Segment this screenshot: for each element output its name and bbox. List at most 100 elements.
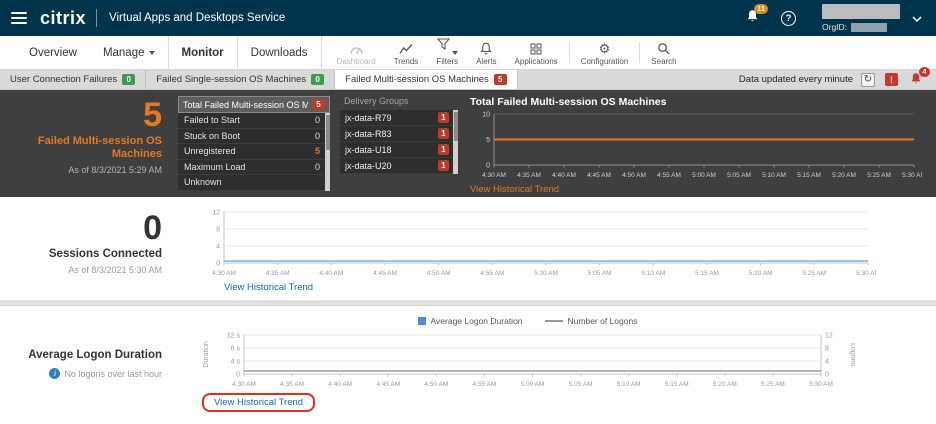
scrollbar[interactable] xyxy=(453,110,458,174)
dropdown-selected-label: Total Failed Multi-session OS Ma... xyxy=(183,100,308,110)
row-count: 0 xyxy=(315,162,320,172)
filter-tab-user-connection-failures[interactable]: User Connection Failures 0 xyxy=(0,70,146,89)
delivery-group-row[interactable]: jx-data-U18 1 xyxy=(340,142,458,158)
svg-text:5:10 AM: 5:10 AM xyxy=(762,172,786,179)
svg-text:5:00 AM: 5:00 AM xyxy=(692,172,716,179)
failure-type-list: Failed to Start 0 Stuck on Boot 0 Unregi… xyxy=(178,113,330,191)
delivery-group-row[interactable]: jx-data-U20 1 xyxy=(340,158,458,174)
filters-icon xyxy=(437,37,450,55)
svg-text:4:45 AM: 4:45 AM xyxy=(587,172,611,179)
filter-tab-label: Failed Single-session OS Machines xyxy=(156,74,306,85)
svg-text:0: 0 xyxy=(236,372,240,379)
row-label: Unknown xyxy=(184,177,320,187)
scrollbar[interactable] xyxy=(325,113,330,191)
svg-text:5:10 AM: 5:10 AM xyxy=(617,381,641,388)
svg-text:4: 4 xyxy=(216,244,220,251)
svg-text:0: 0 xyxy=(216,261,220,268)
svg-text:8: 8 xyxy=(216,227,220,234)
tab-manage[interactable]: Manage xyxy=(90,36,168,69)
failed-machines-title: Failed Multi-session OS Machines xyxy=(0,135,162,161)
tab-monitor[interactable]: Monitor xyxy=(169,36,237,69)
logon-note: No logons over last hour xyxy=(64,369,162,379)
alerts-bell-icon xyxy=(480,41,492,55)
delivery-group-row[interactable]: jx-data-R79 1 xyxy=(340,110,458,126)
svg-text:4:55 AM: 4:55 AM xyxy=(480,270,504,277)
tab-label: Manage xyxy=(103,47,145,59)
nav-tool-search[interactable]: Search xyxy=(642,36,685,69)
nav-tool-dashboard[interactable]: Dashboard xyxy=(328,36,385,69)
view-historical-trend-link[interactable]: View Historical Trend xyxy=(224,282,313,293)
nav-tool-configuration[interactable]: ⚙ Configuration xyxy=(572,36,638,69)
gear-icon: ⚙ xyxy=(599,41,611,55)
tab-overview[interactable]: Overview xyxy=(16,36,90,69)
svg-text:4 s: 4 s xyxy=(231,359,241,366)
svg-text:5:05 AM: 5:05 AM xyxy=(727,172,751,179)
svg-text:4:30 AM: 4:30 AM xyxy=(482,172,506,179)
trends-icon xyxy=(399,41,413,55)
average-logon-duration-panel: Average Logon Duration i No logons over … xyxy=(0,306,936,424)
nav-tool-label: Alerts xyxy=(476,57,496,66)
nav-tool-label: Dashboard xyxy=(337,57,376,66)
sessions-count: 0 xyxy=(0,209,162,247)
svg-text:5:00 AM: 5:00 AM xyxy=(521,381,545,388)
menu-button[interactable] xyxy=(0,0,38,36)
view-historical-trend-link-highlighted[interactable]: View Historical Trend xyxy=(202,393,315,412)
tab-label: Monitor xyxy=(182,47,224,59)
account-menu-button[interactable] xyxy=(908,5,926,31)
info-icon: i xyxy=(49,368,60,379)
svg-text:5:05 AM: 5:05 AM xyxy=(569,381,593,388)
view-historical-trend-link[interactable]: View Historical Trend xyxy=(470,184,559,195)
svg-text:5:30 AM: 5:30 AM xyxy=(809,381,833,388)
nav-tool-label: Filters xyxy=(436,57,458,66)
count-badge: 0 xyxy=(122,74,135,85)
svg-text:5:20 AM: 5:20 AM xyxy=(713,381,737,388)
row-count: 0 xyxy=(315,115,320,125)
nav-tool-applications[interactable]: Applications xyxy=(506,36,567,69)
group-name: jx-data-R83 xyxy=(345,129,438,139)
logon-duration-chart: 004 s48 s812 s124:30 AM4:35 AM4:40 AM4:4… xyxy=(200,330,855,388)
nav-tool-label: Applications xyxy=(515,57,558,66)
delivery-groups-header: Delivery Groups xyxy=(340,96,458,110)
failure-type-dropdown[interactable]: Total Failed Multi-session OS Ma... 5 xyxy=(178,96,330,113)
refresh-button[interactable]: ↻ xyxy=(861,73,875,87)
svg-text:4:30 AM: 4:30 AM xyxy=(232,381,256,388)
svg-text:4:50 AM: 4:50 AM xyxy=(622,172,646,179)
nav-tool-trends[interactable]: Trends xyxy=(385,36,428,69)
legend-swatch-duration xyxy=(418,317,426,325)
failure-type-failed-to-start[interactable]: Failed to Start 0 xyxy=(178,113,330,129)
chart-legend: Average Logon Duration Number of Logons xyxy=(200,314,855,328)
svg-text:Logons: Logons xyxy=(849,343,855,366)
bell-icon xyxy=(910,77,922,88)
filter-tab-failed-multi-session[interactable]: Failed Multi-session OS Machines 5 xyxy=(335,70,518,89)
applications-icon xyxy=(530,41,542,55)
filter-tab-failed-single-session[interactable]: Failed Single-session OS Machines 0 xyxy=(146,70,335,89)
failure-type-maximum-load[interactable]: Maximum Load 0 xyxy=(178,160,330,176)
alerts-bell-button[interactable]: 4 xyxy=(910,72,922,88)
svg-text:8 s: 8 s xyxy=(231,346,241,353)
delivery-group-row[interactable]: jx-data-R83 1 xyxy=(340,126,458,142)
svg-text:4:50 AM: 4:50 AM xyxy=(427,270,451,277)
failure-type-stuck-on-boot[interactable]: Stuck on Boot 0 xyxy=(178,129,330,145)
failure-type-unknown[interactable]: Unknown xyxy=(178,175,330,191)
help-button[interactable]: ? xyxy=(781,11,796,26)
filter-tab-label: User Connection Failures xyxy=(10,74,117,85)
notifications-button[interactable]: 11 xyxy=(746,9,759,28)
group-name: jx-data-U18 xyxy=(345,145,438,155)
svg-text:12: 12 xyxy=(212,210,220,217)
count-badge: 1 xyxy=(438,128,449,139)
failure-type-unregistered[interactable]: Unregistered 5 xyxy=(178,144,330,160)
alert-indicator-icon[interactable]: ! xyxy=(885,73,898,86)
monitor-toolbar: Dashboard Trends Filters xyxy=(328,36,686,69)
svg-text:4:50 AM: 4:50 AM xyxy=(424,381,448,388)
svg-text:8: 8 xyxy=(825,346,829,353)
svg-text:5:30 AM: 5:30 AM xyxy=(902,172,922,179)
nav-tool-filters[interactable]: Filters xyxy=(427,36,467,69)
svg-text:0: 0 xyxy=(825,372,829,379)
row-count: 0 xyxy=(315,131,320,141)
svg-text:5:00 AM: 5:00 AM xyxy=(534,270,558,277)
failure-type-selector: Total Failed Multi-session OS Ma... 5 Fa… xyxy=(178,96,330,197)
nav-tool-alerts[interactable]: Alerts xyxy=(467,36,505,69)
tab-downloads[interactable]: Downloads xyxy=(238,36,321,69)
alert-count-badge: 4 xyxy=(919,67,930,77)
svg-text:12 s: 12 s xyxy=(227,333,241,340)
